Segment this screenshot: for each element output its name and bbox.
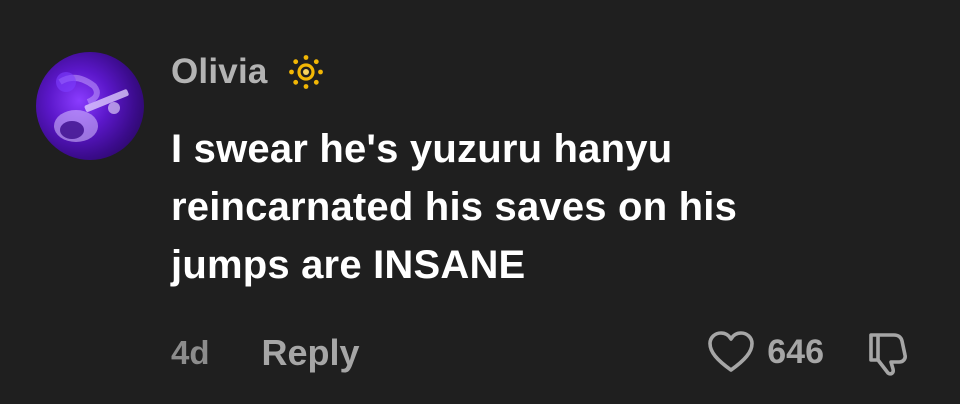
thumbs-down-icon[interactable] [864,327,914,377]
comment-text-line: jumps are INSANE [171,243,526,287]
timestamp: 4d [171,334,210,371]
comment-meta: 4d Reply [171,330,360,376]
username-row: Olivia [171,50,324,94]
avatar[interactable] [36,52,144,160]
reply-button[interactable]: Reply [262,332,360,374]
sun-icon [288,54,324,90]
like-button[interactable]: 646 [707,330,824,374]
comment-text-line: reincarnated his saves on his [171,185,738,229]
comment: Olivia I swear he's yuzuru hanyu reincar… [0,0,960,404]
avatar-image [54,72,129,142]
comment-text-line: I swear he's yuzuru hanyu [171,127,673,171]
like-count: 646 [767,332,824,371]
username[interactable]: Olivia [171,52,268,92]
heart-icon [707,330,755,374]
comment-text: I swear he's yuzuru hanyu reincarnated h… [171,120,931,294]
comment-actions: 646 [707,326,914,378]
